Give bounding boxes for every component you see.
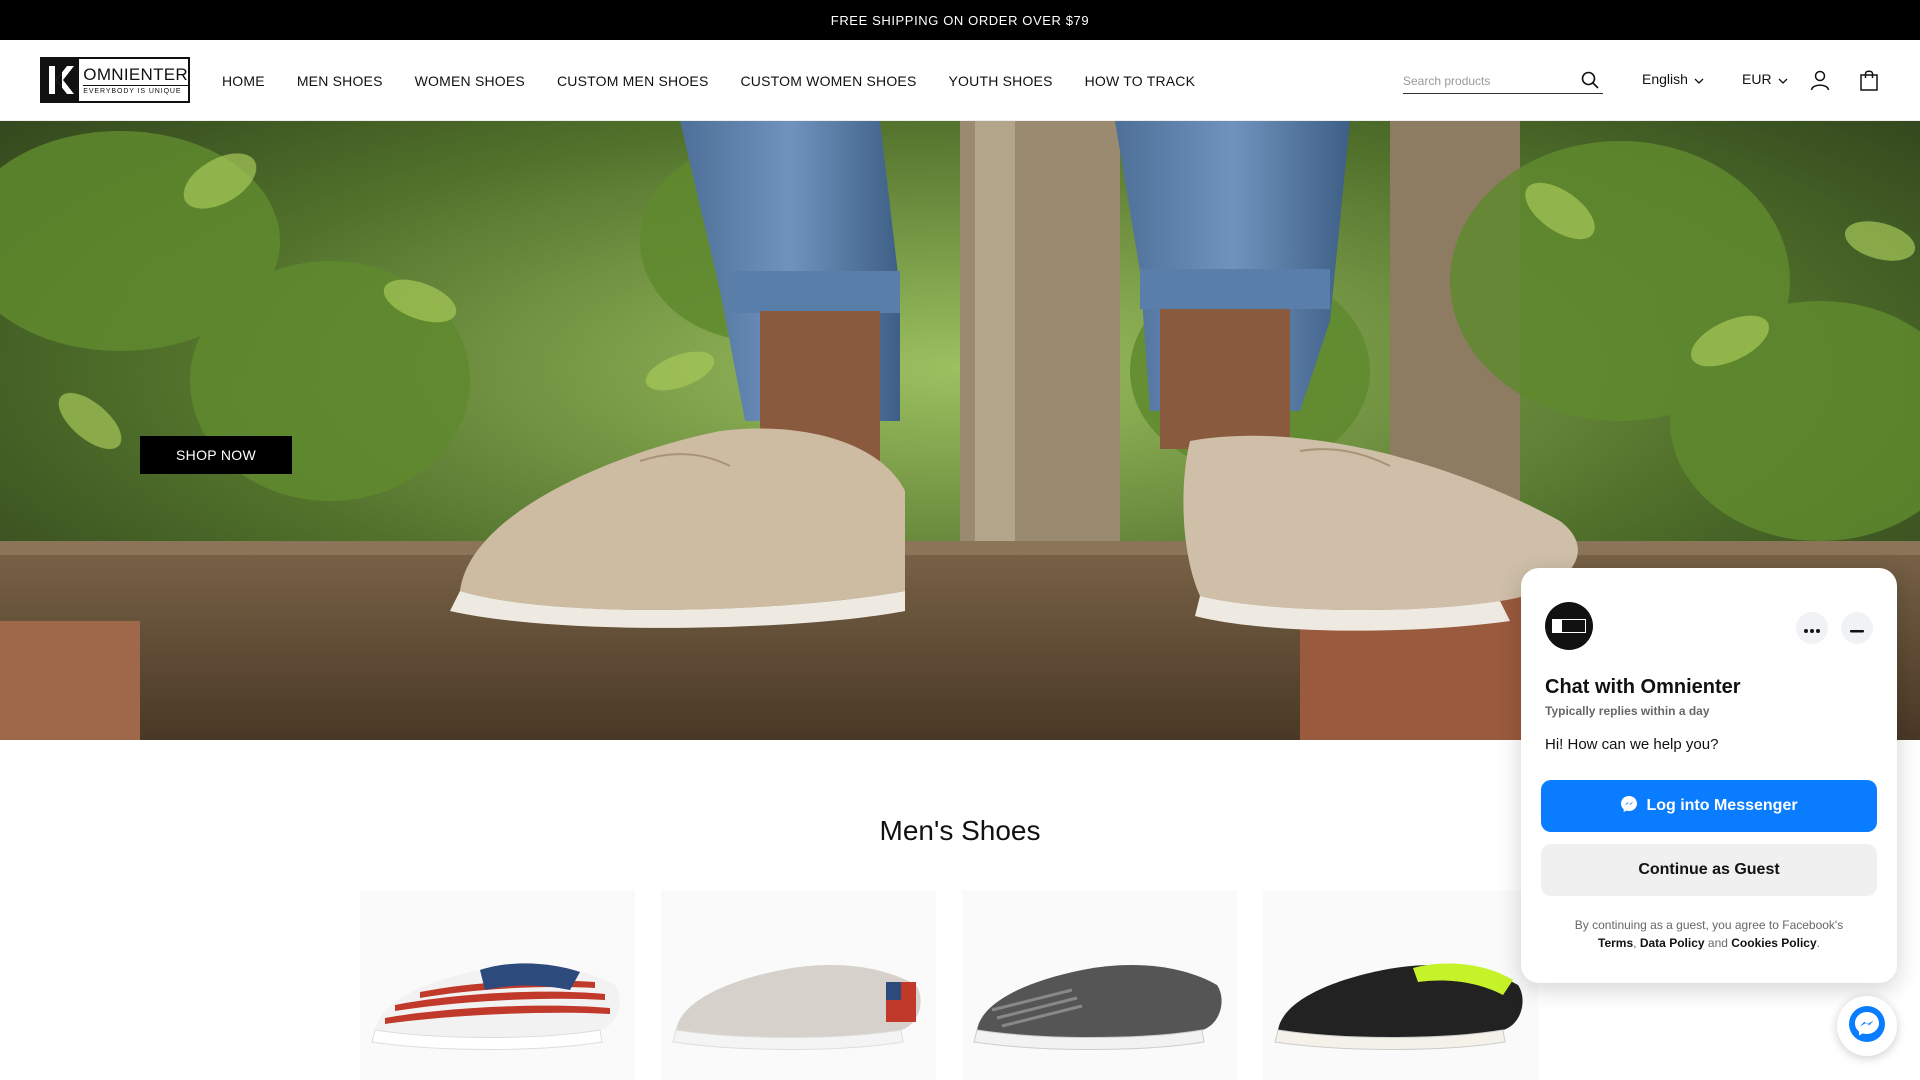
announcement-bar: FREE SHIPPING ON ORDER OVER $79 xyxy=(0,0,1920,40)
nav-item-custom-men-shoes[interactable]: CUSTOM MEN SHOES xyxy=(557,73,709,89)
chat-greeting: Hi! How can we help you? xyxy=(1545,736,1719,753)
chat-widget: Chat with Omnienter Typically replies wi… xyxy=(1521,568,1897,983)
product-image xyxy=(371,963,620,1050)
product-card[interactable] xyxy=(360,890,635,1080)
nav-item-home[interactable]: HOME xyxy=(222,73,265,89)
nav-item-women-shoes[interactable]: WOMEN SHOES xyxy=(415,73,525,89)
more-icon xyxy=(1804,621,1820,636)
minus-icon xyxy=(1850,621,1864,636)
product-card[interactable] xyxy=(962,890,1237,1080)
logo-mark-icon xyxy=(42,59,80,101)
chat-subtitle: Typically replies within a day xyxy=(1545,704,1710,718)
shop-now-button[interactable]: SHOP NOW xyxy=(140,436,292,474)
nav-item-youth-shoes[interactable]: YOUTH SHOES xyxy=(949,73,1053,89)
brand-name: OMNIENTER xyxy=(83,64,188,86)
nav-item-how-to-track[interactable]: HOW TO TRACK xyxy=(1085,73,1196,89)
continue-as-guest-button[interactable]: Continue as Guest xyxy=(1541,844,1877,896)
currency-value: EUR xyxy=(1742,71,1772,87)
messenger-launcher-button[interactable] xyxy=(1837,996,1897,1056)
legal-prefix: By continuing as a guest, you agree to F… xyxy=(1574,918,1844,932)
nav-item-men-shoes[interactable]: MEN SHOES xyxy=(297,73,383,89)
product-image xyxy=(1274,963,1523,1050)
bag-icon[interactable] xyxy=(1857,68,1881,92)
chevron-down-icon xyxy=(1778,71,1788,87)
legal-comma: , xyxy=(1633,936,1637,950)
product-card[interactable] xyxy=(1263,890,1538,1080)
product-image xyxy=(672,965,921,1050)
legal-and: and xyxy=(1707,936,1728,950)
messenger-icon xyxy=(1620,795,1638,818)
more-options-button[interactable] xyxy=(1796,612,1828,644)
logo-mark-icon xyxy=(1552,619,1586,633)
announcement-text: FREE SHIPPING ON ORDER OVER $79 xyxy=(830,12,1090,28)
brand-tagline: EVERYBODY IS UNIQUE xyxy=(83,87,182,95)
messenger-button-label: Log into Messenger xyxy=(1646,797,1798,814)
product-card[interactable] xyxy=(661,890,936,1080)
main-nav: HOME MEN SHOES WOMEN SHOES CUSTOM MEN SH… xyxy=(222,40,1227,121)
chevron-down-icon xyxy=(1694,71,1704,87)
search-icon[interactable] xyxy=(1581,71,1599,94)
nav-item-custom-women-shoes[interactable]: CUSTOM WOMEN SHOES xyxy=(740,73,916,89)
currency-selector[interactable]: EUR xyxy=(1742,71,1788,87)
logo-wordmark: OMNIENTER EVERYBODY IS UNIQUE xyxy=(79,59,188,101)
legal-period: . xyxy=(1816,936,1820,950)
product-grid xyxy=(360,890,1560,1080)
language-selector[interactable]: English xyxy=(1642,71,1704,87)
language-value: English xyxy=(1642,71,1688,87)
data-policy-link[interactable]: Data Policy xyxy=(1640,936,1705,950)
chat-title: Chat with Omnienter xyxy=(1545,676,1741,698)
user-icon[interactable] xyxy=(1808,68,1832,92)
messenger-icon xyxy=(1847,1004,1887,1049)
search-input[interactable] xyxy=(1403,73,1573,88)
terms-link[interactable]: Terms xyxy=(1598,936,1633,950)
chat-avatar xyxy=(1545,602,1593,650)
chat-legal-text: By continuing as a guest, you agree to F… xyxy=(1541,916,1877,952)
cookies-policy-link[interactable]: Cookies Policy xyxy=(1731,936,1816,950)
log-into-messenger-button[interactable]: Log into Messenger xyxy=(1541,780,1877,832)
minimize-button[interactable] xyxy=(1841,612,1873,644)
search-bar xyxy=(1403,68,1603,94)
product-image xyxy=(973,965,1222,1050)
brand-logo[interactable]: OMNIENTER EVERYBODY IS UNIQUE xyxy=(40,57,190,103)
site-header: OMNIENTER EVERYBODY IS UNIQUE HOME MEN S… xyxy=(0,40,1920,121)
